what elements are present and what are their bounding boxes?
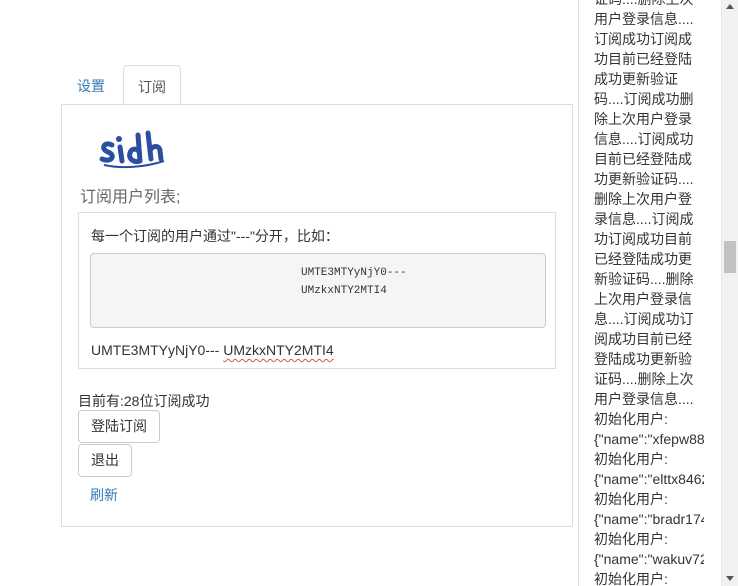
log-line: 初始化用户: bbox=[594, 491, 668, 507]
subscriber-list-title: 订阅用户列表; bbox=[80, 189, 181, 206]
example-line-2: UMzkxNTY2MTI4 bbox=[301, 285, 387, 297]
format-example-code: UMTE3MTYyNjY0--- UMzkxNTY2MTI4 bbox=[90, 253, 546, 328]
log-line: 阅成功目前已经 bbox=[594, 331, 692, 347]
log-line: 登陆成功更新验 bbox=[594, 351, 692, 367]
log-line: 新验证码....删除 bbox=[594, 271, 694, 287]
log-line: 删除上次用户登 bbox=[594, 191, 692, 207]
log-line: 功更新验证码.... bbox=[594, 171, 694, 187]
log-panel[interactable]: 证码....删除上次用户登录信息....订阅成功订阅成功目前已经登陆成功更新验证… bbox=[578, 0, 722, 586]
subscriber-id-b: UMzkxNTY2MTI4 bbox=[223, 342, 334, 358]
subscriber-ids[interactable]: UMTE3MTYyNjY0--- UMzkxNTY2MTI4 bbox=[91, 342, 334, 358]
format-description: 每一个订阅的用户通过"---"分开，比如： bbox=[91, 228, 339, 244]
log-line: 上次用户登录信 bbox=[594, 291, 692, 307]
log-line: {"name":"elttx84623 bbox=[594, 471, 704, 487]
logout-button[interactable]: 退出 bbox=[78, 444, 132, 477]
log-line: 信息....订阅成功 bbox=[594, 131, 694, 147]
log-line: 初始化用户: bbox=[594, 451, 668, 467]
example-line-1: UMTE3MTYyNjY0--- bbox=[301, 267, 407, 279]
log-line: 订阅成功订阅成 bbox=[594, 31, 692, 47]
scroll-up-icon[interactable] bbox=[726, 4, 734, 9]
scroll-down-icon[interactable] bbox=[726, 576, 734, 581]
log-line: 息....订阅成功订 bbox=[594, 311, 694, 327]
log-line: 录信息....订阅成 bbox=[594, 211, 694, 227]
subscribe-panel: 订阅用户列表; 每一个订阅的用户通过"---"分开，比如： UMTE3MTYyN… bbox=[61, 104, 573, 527]
log-line: 目前已经登陆成 bbox=[594, 151, 692, 167]
log-line: 初始化用户: bbox=[594, 531, 668, 547]
tab-settings[interactable]: 设置 bbox=[61, 65, 121, 105]
subscription-status: 目前有:28位订阅成功 bbox=[78, 393, 210, 409]
log-line: 初始化用户: bbox=[594, 571, 668, 586]
log-line: 成功更新验证 bbox=[594, 71, 678, 87]
log-line: 证码....删除上次 bbox=[594, 0, 704, 9]
log-line: 用户登录信息.... bbox=[594, 11, 694, 27]
log-line: {"name":"bradr1745 bbox=[594, 511, 704, 527]
log-line: 已经登陆成功更 bbox=[594, 251, 692, 267]
log-line: {"name":"wakuv7289 bbox=[594, 551, 704, 567]
log-line: 用户登录信息.... bbox=[594, 391, 694, 407]
tab-bar: 设置 订阅 bbox=[61, 65, 573, 106]
log-content: 证码....删除上次用户登录信息....订阅成功订阅成功目前已经登陆成功更新验证… bbox=[594, 0, 704, 586]
login-subscribe-button[interactable]: 登陆订阅 bbox=[78, 410, 160, 443]
log-line: {"name":"xfepw8809 bbox=[594, 431, 704, 447]
tab-subscribe[interactable]: 订阅 bbox=[123, 65, 181, 106]
log-line: 功订阅成功目前 bbox=[594, 231, 692, 247]
log-line: 证码....删除上次 bbox=[594, 371, 694, 387]
log-line: 除上次用户登录 bbox=[594, 111, 692, 127]
refresh-link[interactable]: 刷新 bbox=[90, 485, 118, 505]
subscriber-list-box: 每一个订阅的用户通过"---"分开，比如： UMTE3MTYyNjY0--- U… bbox=[78, 212, 556, 369]
log-line: 初始化用户: bbox=[594, 411, 668, 427]
subscriber-id-a: UMTE3MTYyNjY0--- bbox=[91, 342, 220, 358]
sidh-logo bbox=[98, 125, 168, 171]
log-line: 码....订阅成功删 bbox=[594, 91, 694, 107]
log-line: 功目前已经登陆 bbox=[594, 51, 692, 67]
scrollbar-thumb[interactable] bbox=[724, 241, 736, 273]
log-scrollbar[interactable] bbox=[721, 0, 738, 586]
